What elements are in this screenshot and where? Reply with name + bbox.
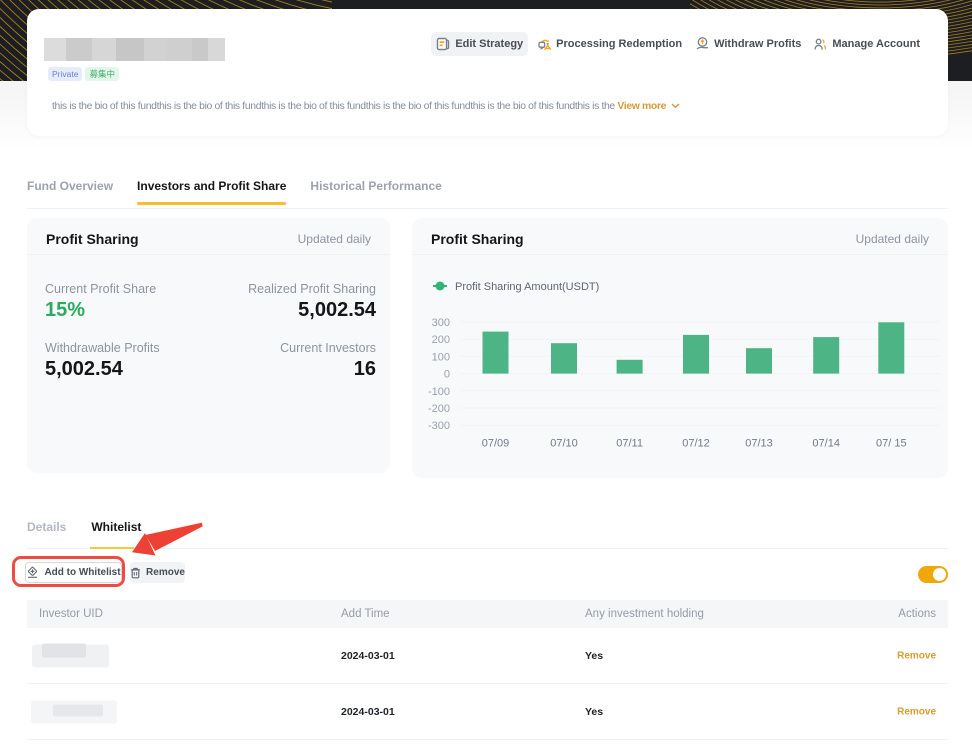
svg-text:100: 100 <box>432 351 450 363</box>
svg-text:07/11: 07/11 <box>616 438 643 450</box>
svg-text:07/ 15: 07/ 15 <box>876 438 907 450</box>
svg-text:07/14: 07/14 <box>812 438 840 450</box>
svg-text:-200: -200 <box>428 403 450 415</box>
svg-text:-100: -100 <box>428 386 450 398</box>
svg-text:07/13: 07/13 <box>745 438 773 450</box>
svg-text:07/10: 07/10 <box>550 438 578 450</box>
svg-text:-300: -300 <box>428 420 450 432</box>
svg-text:07/09: 07/09 <box>482 438 510 450</box>
svg-text:Profit Sharing Amount(USDT): Profit Sharing Amount(USDT) <box>455 281 599 293</box>
svg-text:0: 0 <box>444 369 450 381</box>
svg-text:07/12: 07/12 <box>682 438 710 450</box>
svg-text:300: 300 <box>432 317 450 329</box>
svg-text:200: 200 <box>432 334 450 346</box>
